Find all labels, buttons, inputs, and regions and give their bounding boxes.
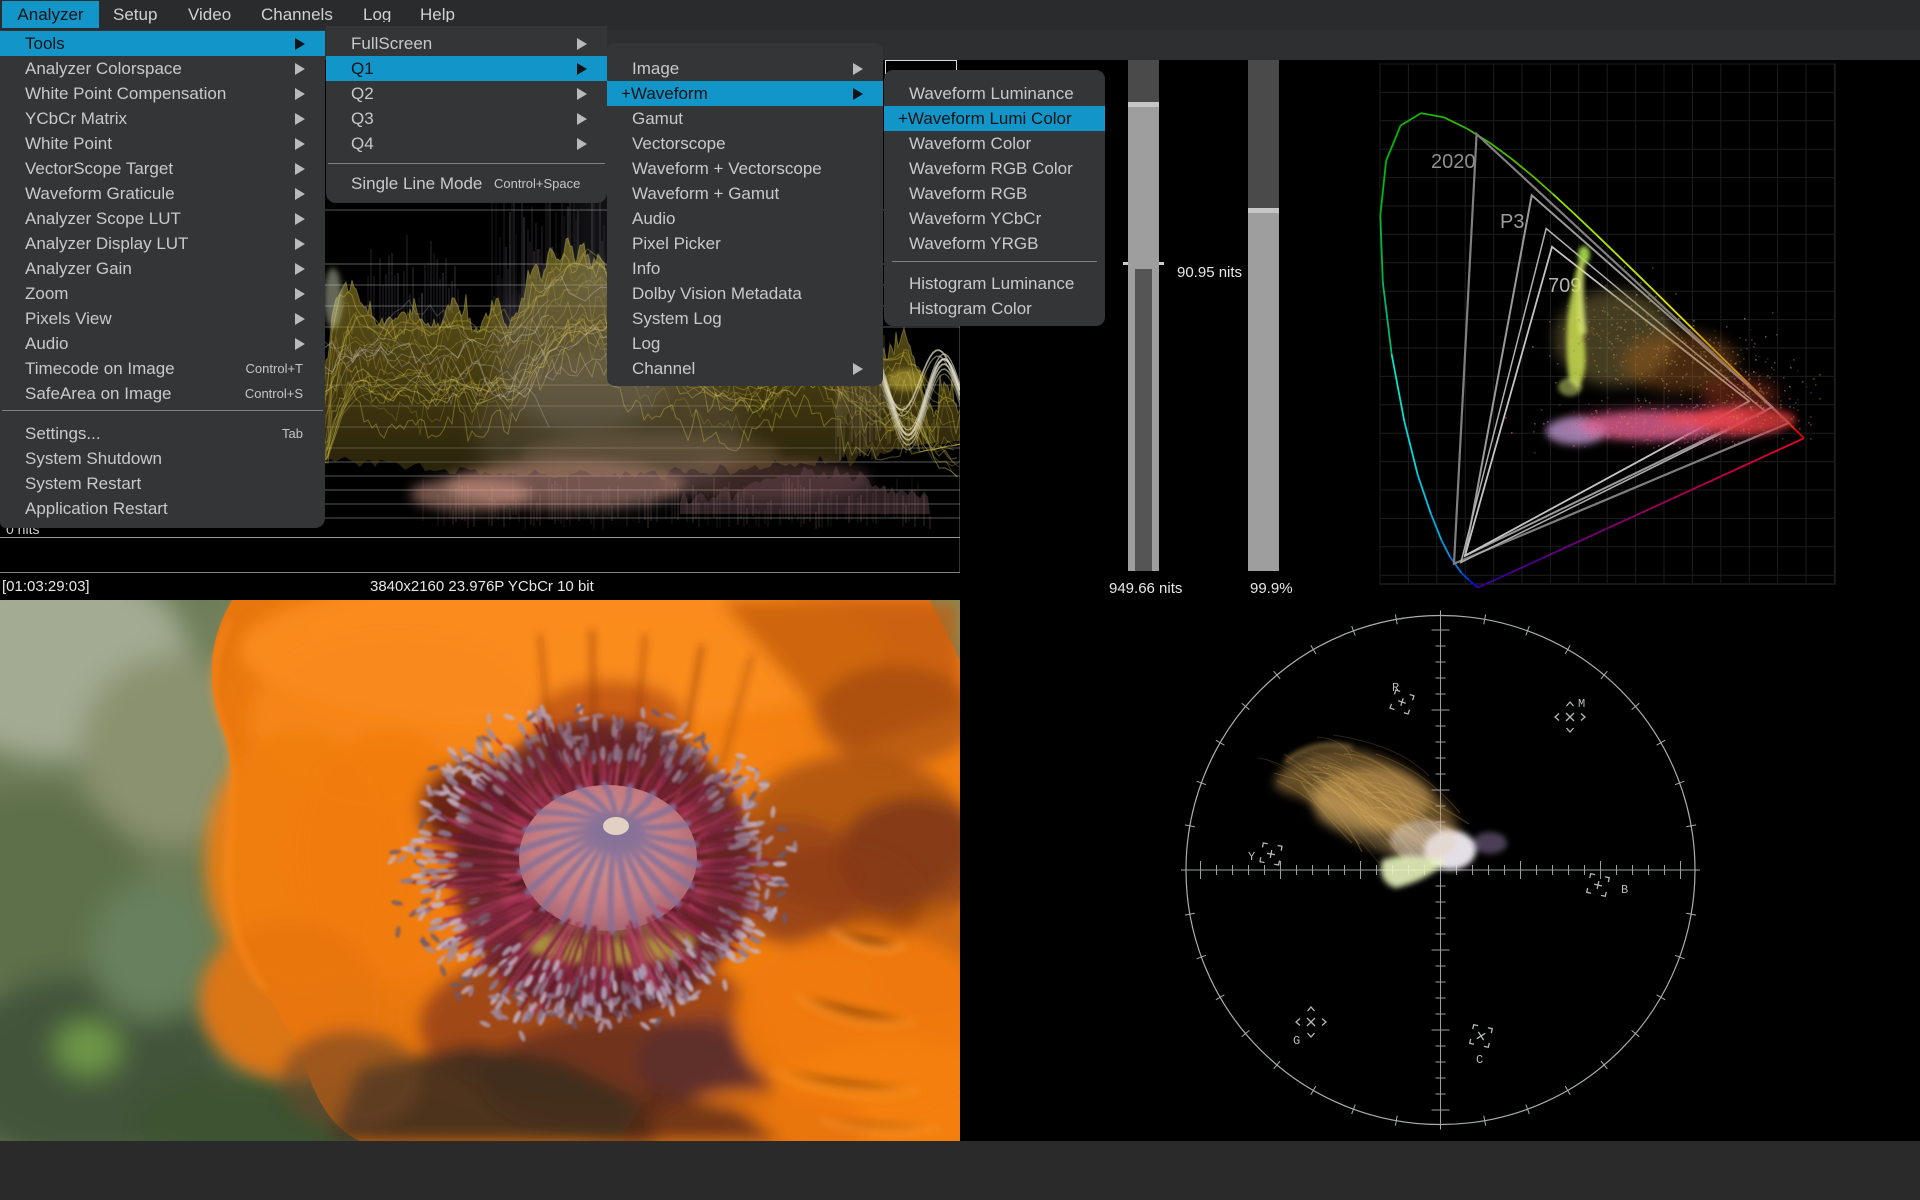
svg-text:G: G (1293, 1034, 1300, 1048)
svg-text:Y: Y (1248, 850, 1255, 864)
svg-text:P3: P3 (1500, 211, 1524, 233)
svg-text:R: R (1392, 681, 1399, 695)
svg-text:B: B (1621, 883, 1628, 897)
svg-text:2020: 2020 (1431, 151, 1476, 173)
svg-text:C: C (1476, 1053, 1483, 1067)
svg-text:M: M (1578, 697, 1585, 711)
